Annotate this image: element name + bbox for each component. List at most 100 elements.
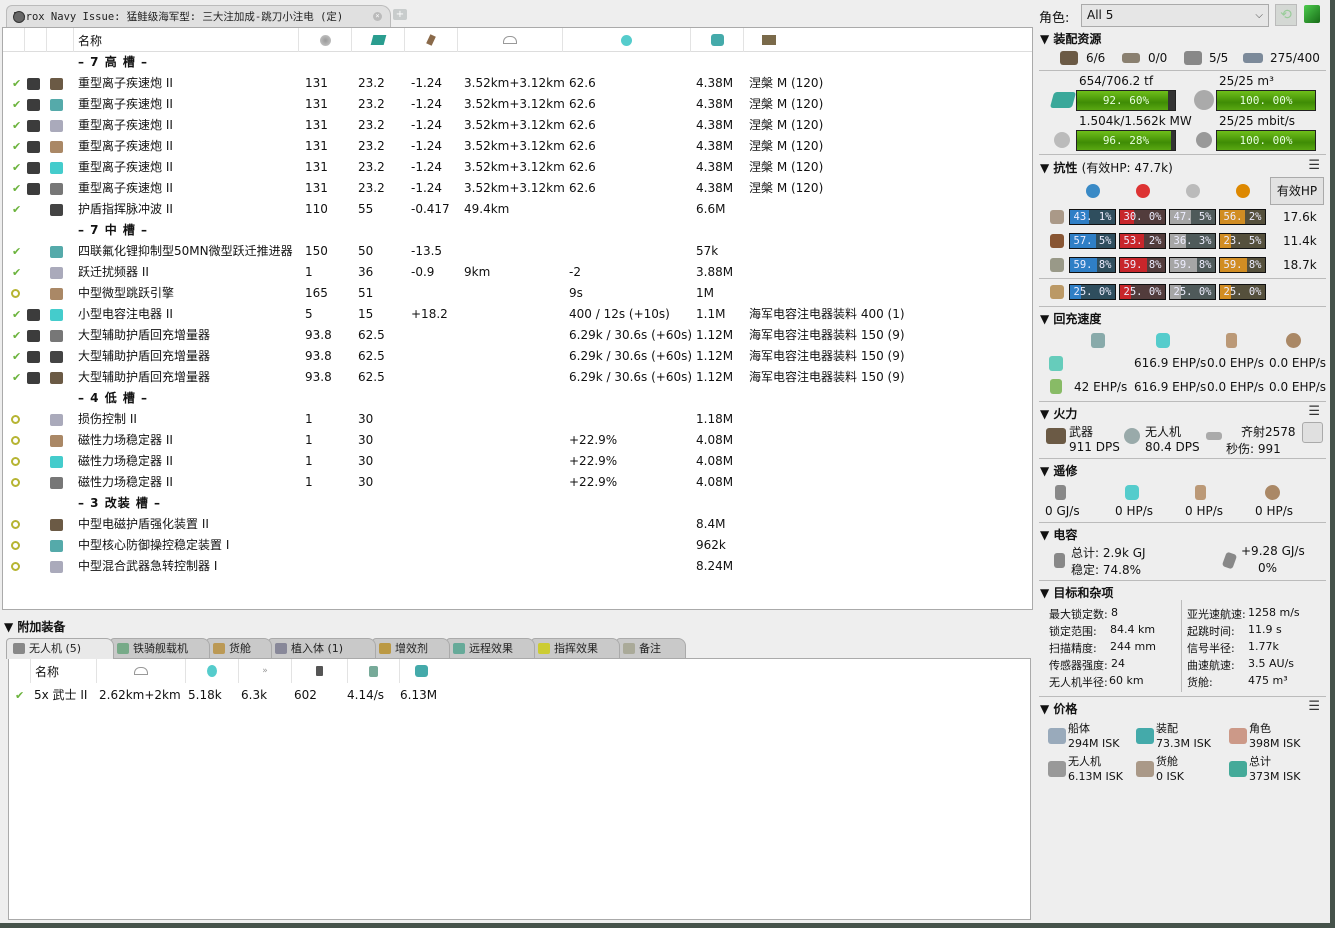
module-row[interactable]: 磁性力场稳定器 II 1 30 +22.9% 4.08M [3,451,1032,472]
col-capacitor[interactable] [405,28,458,52]
col-state[interactable] [9,659,31,683]
recharge-title[interactable]: ▼ 回充速度 [1040,310,1101,327]
col-name[interactable]: 名称 [31,659,97,683]
layer-ehp: 18.7k [1283,258,1317,272]
section-label: – 7 中 槽 – [78,223,149,237]
col-ammo[interactable] [744,28,1034,52]
module-row[interactable]: ✔ 跃迁扰频器 II 1 36 -0.9 9km -2 3.88M [3,262,1032,283]
ehp-toggle-button[interactable]: 有效HP [1270,177,1324,205]
module-row[interactable]: ✔ 小型电容注电器 II 5 15 +18.2 400 / 12s (+10s) 1.1M 海… [3,304,1032,325]
col-armor[interactable] [292,659,348,683]
module-row[interactable]: ✔ 大型辅助护盾回充增量器 93.8 62.5 6.29k / 30.6s (+60s)… [3,325,1032,346]
price-title[interactable]: ▼ 价格 [1040,700,1077,717]
module-row[interactable]: 中型微型跳跃引擎 165 51 9s 1M [3,283,1032,304]
module-row[interactable]: 中型核心防御操控稳定装置 I 962k [3,535,1032,556]
col-state[interactable] [3,28,25,52]
module-row[interactable]: ✔ 重型离子疾速炮 II 131 23.2 -1.24 3.52km+3.12km 62.6… [3,178,1032,199]
divider [1039,70,1326,71]
col-rate[interactable] [348,659,400,683]
active-check-icon[interactable]: ✔ [12,199,21,220]
col-range[interactable] [458,28,563,52]
module-name: 大型辅助护盾回充增量器 [78,370,211,384]
resources-title[interactable]: ▼ 装配资源 [1040,30,1101,47]
module-capacitor: -0.417 [411,202,450,216]
active-check-icon[interactable]: ✔ [12,136,21,157]
slot-section-header[interactable]: – 7 高 槽 – [3,52,1032,73]
col-price[interactable] [691,28,744,52]
resists-title[interactable]: ▼ 抗性 (有效HP: 47.7k) [1040,159,1173,176]
module-row[interactable]: 中型电磁护盾强化装置 II 8.4M [3,514,1032,535]
menu-icon[interactable]: ☰ [1308,699,1320,714]
capacitor-title[interactable]: ▼ 电容 [1040,526,1077,543]
col-shield[interactable] [186,659,239,683]
tab-2[interactable]: 货舱 [206,638,272,658]
active-check-icon[interactable]: ✔ [12,73,21,94]
col-charge[interactable] [25,28,47,52]
tab-0[interactable]: 无人机 (5) [6,638,114,659]
tab-5[interactable]: 远程效果 [446,638,535,658]
active-check-icon[interactable]: ✔ [12,157,21,178]
new-tab-button[interactable]: + [393,9,407,20]
additions-title[interactable]: ▼ 附加装备 [4,618,65,635]
active-check-icon[interactable]: ✔ [12,178,21,199]
resist-bar: 23. 5% [1219,233,1266,249]
module-row[interactable]: ✔ 大型辅助护盾回充增量器 93.8 62.5 6.29k / 30.6s (+60s)… [3,367,1032,388]
slot-section-header[interactable]: – 4 低 槽 – [3,388,1032,409]
module-row[interactable]: ✔ 护盾指挥脉冲波 II 110 55 -0.417 49.4km 6.6M [3,199,1032,220]
tab-3[interactable]: 植入体 (1) [268,638,376,658]
active-check-icon[interactable]: ✔ [12,325,21,346]
module-row[interactable]: 损伤控制 II 1 30 1.18M [3,409,1032,430]
module-cpu: 110 [305,202,328,216]
col-icon[interactable] [47,28,74,52]
fit-tab[interactable]: Ferox Navy Issue: 猛鲑级海军型: 三大注加成-跳刀小注电 (定… [6,5,391,27]
module-row[interactable]: ✔ 重型离子疾速炮 II 131 23.2 -1.24 3.52km+3.12km 62.6… [3,157,1032,178]
col-price[interactable] [400,659,442,683]
targeting-title[interactable]: ▼ 目标和杂项 [1040,584,1113,601]
module-row[interactable]: 磁性力场稳定器 II 1 30 +22.9% 4.08M [3,430,1032,451]
character-select[interactable]: All 5 ⌵ [1081,4,1269,27]
price-value: 73.3M ISK [1156,737,1211,750]
col-cpu[interactable] [299,28,352,52]
active-check-icon[interactable]: ✔ [12,367,21,388]
drone-row[interactable]: ✔ 5x 武士 II 2.62km+2km 5.18k 6.3k 602 4.1… [9,685,1030,706]
tab-1[interactable]: 铁骑舰载机 [110,638,210,658]
col-misc[interactable] [563,28,691,52]
active-check-icon[interactable]: ✔ [12,304,21,325]
module-row[interactable]: ✔ 大型辅助护盾回充增量器 93.8 62.5 6.29k / 30.6s (+60s)… [3,346,1032,367]
damage-pattern-button[interactable] [1302,422,1323,443]
active-check-icon[interactable]: ✔ [15,685,24,706]
tab-7[interactable]: 备注 [616,638,686,658]
col-speed[interactable]: » [239,659,292,683]
module-range: 9km [464,265,491,279]
module-powergrid: 23.2 [358,118,385,132]
module-row[interactable]: ✔ 重型离子疾速炮 II 131 23.2 -1.24 3.52km+3.12km 62.6… [3,73,1032,94]
active-check-icon[interactable]: ✔ [12,346,21,367]
book-icon[interactable] [1304,5,1320,23]
refresh-button[interactable]: ⟲ [1275,4,1297,26]
tab-6[interactable]: 指挥效果 [531,638,620,658]
col-range[interactable] [97,659,186,683]
module-row[interactable]: ✔ 重型离子疾速炮 II 131 23.2 -1.24 3.52km+3.12km 62.6… [3,94,1032,115]
module-row[interactable]: ✔ 重型离子疾速炮 II 131 23.2 -1.24 3.52km+3.12km 62.6… [3,115,1032,136]
resist-bar: 25. 0% [1169,284,1216,300]
menu-icon[interactable]: ☰ [1308,158,1320,173]
active-check-icon[interactable]: ✔ [12,262,21,283]
module-row[interactable]: 中型混合武器急转控制器 I 8.24M [3,556,1032,577]
firepower-title[interactable]: ▼ 火力 [1040,405,1077,422]
active-check-icon[interactable]: ✔ [12,115,21,136]
module-range: 3.52km+3.12km [464,76,565,90]
active-check-icon[interactable]: ✔ [12,94,21,115]
module-row[interactable]: ✔ 重型离子疾速炮 II 131 23.2 -1.24 3.52km+3.12km 62.6… [3,136,1032,157]
slot-section-header[interactable]: – 7 中 槽 – [3,220,1032,241]
section-label: – 4 低 槽 – [78,391,149,405]
col-powergrid[interactable] [352,28,405,52]
close-icon[interactable]: × [373,12,382,21]
active-check-icon[interactable]: ✔ [12,241,21,262]
module-row[interactable]: 磁性力场稳定器 II 1 30 +22.9% 4.08M [3,472,1032,493]
module-row[interactable]: ✔ 四联氟化锂抑制型50MN微型跃迁推进器 150 50 -13.5 57k [3,241,1032,262]
tab-4[interactable]: 增效剂 [372,638,450,658]
col-name[interactable]: 名称 [74,28,299,52]
slot-section-header[interactable]: – 3 改装 槽 – [3,493,1032,514]
menu-icon[interactable]: ☰ [1308,404,1320,419]
remote-reps-title[interactable]: ▼ 遥修 [1040,462,1077,479]
